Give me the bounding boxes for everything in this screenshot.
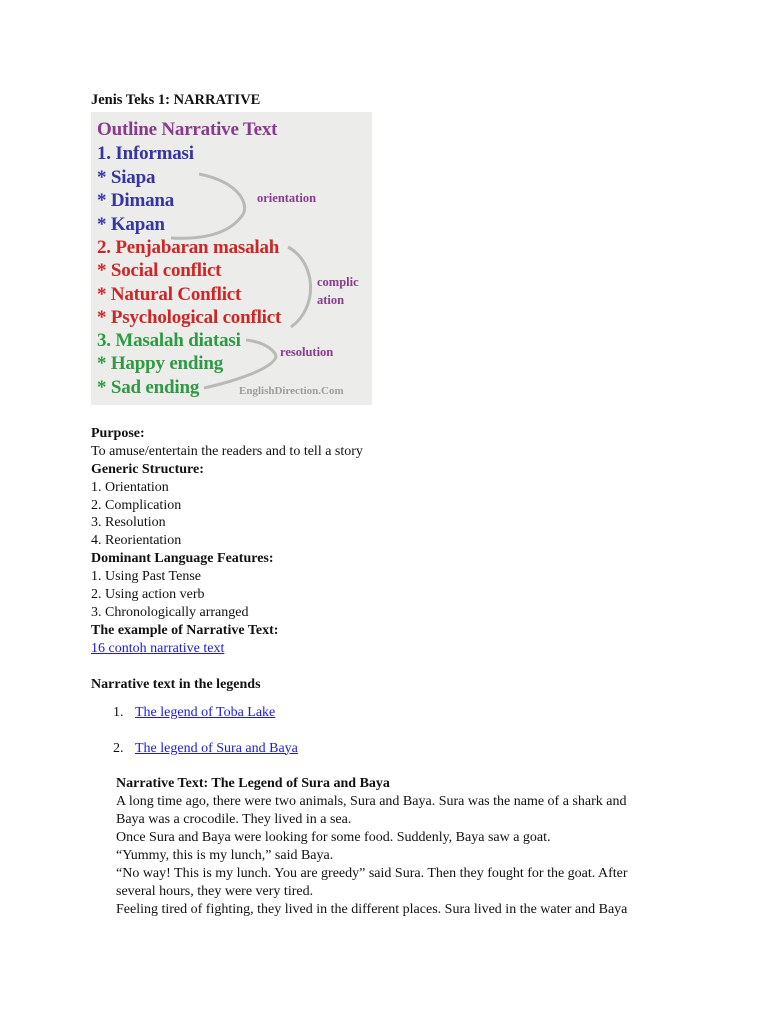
toba-lake-link[interactable]: The legend of Toba Lake [135, 705, 275, 720]
outline-item: * Psychological conflict [97, 306, 282, 328]
outline-title: Outline Narrative Text [97, 118, 278, 140]
story-line: “Yummy, this is my lunch,” said Baya. [116, 848, 334, 864]
legend-list-item: 1. The legend of Toba Lake [113, 704, 681, 722]
outline-item: * Natural Conflict [97, 283, 242, 305]
feature-item: 3. Chronologically arranged [91, 604, 249, 620]
structure-item: 2. Complication [91, 497, 182, 513]
orientation-label: orientation [257, 190, 317, 205]
story-line: Once Sura and Baya were looking for some… [116, 830, 551, 846]
outline-section-3-heading: 3. Masalah diatasi [97, 329, 241, 351]
legends-heading: Narrative text in the legends [91, 676, 261, 692]
resolution-label: resolution [280, 344, 334, 359]
list-number: 2. [113, 740, 124, 756]
orientation-brace [170, 172, 247, 240]
legends-list: 1. The legend of Toba Lake 2. The legend o… [91, 704, 681, 758]
language-features-label: Dominant Language Features: [91, 551, 274, 567]
legend-list-item: 2. The legend of Sura and Baya [113, 740, 681, 758]
outline-item: * Sad ending [97, 376, 200, 398]
structure-item: 3. Resolution [91, 515, 166, 531]
outline-item: * Dimana [97, 189, 175, 211]
outline-narrative-image: Outline Narrative Text 1. Informasi * Si… [91, 111, 372, 405]
outline-item: * Kapan [97, 213, 165, 235]
complication-label-line2: ation [317, 292, 345, 307]
feature-item: 2. Using action verb [91, 587, 205, 603]
document-page: Jenis Teks 1: NARRATIVE Outline Narrativ… [91, 92, 681, 919]
document-heading: Jenis Teks 1: NARRATIVE [91, 92, 261, 108]
structure-item: 1. Orientation [91, 479, 169, 495]
purpose-label: Purpose: [91, 425, 145, 441]
story-section: Narrative Text: The Legend of Sura and B… [116, 775, 681, 918]
outline-item: * Social conflict [97, 259, 222, 281]
story-line: A long time ago, there were two animals,… [116, 794, 627, 810]
outline-item: * Siapa [97, 166, 156, 188]
complication-label-line1: complic [317, 274, 359, 289]
sura-baya-link[interactable]: The legend of Sura and Baya [135, 741, 298, 756]
story-title: Narrative Text: The Legend of Sura and B… [116, 776, 390, 792]
story-line: “No way! This is my lunch. You are greed… [116, 865, 628, 881]
watermark: EnglishDirection.Com [239, 384, 344, 397]
outline-item: * Happy ending [97, 352, 224, 374]
purpose-text: To amuse/entertain the readers and to te… [91, 443, 363, 459]
outline-section-1-heading: 1. Informasi [97, 142, 194, 164]
example-label: The example of Narrative Text: [91, 622, 279, 638]
contoh-narrative-link[interactable]: 16 contoh narrative text [91, 641, 224, 656]
list-number: 1. [113, 704, 124, 720]
feature-item: 1. Using Past Tense [91, 569, 201, 585]
story-line: Baya was a crocodile. They lived in a se… [116, 812, 352, 828]
story-line: Feeling tired of fighting, they lived in… [116, 901, 628, 917]
structure-item: 4. Reorientation [91, 533, 182, 549]
outline-section-2-heading: 2. Penjabaran masalah [97, 236, 280, 258]
story-line: several hours, they were very tired. [116, 883, 314, 899]
complication-brace [287, 245, 313, 329]
generic-structure-label: Generic Structure: [91, 461, 204, 477]
